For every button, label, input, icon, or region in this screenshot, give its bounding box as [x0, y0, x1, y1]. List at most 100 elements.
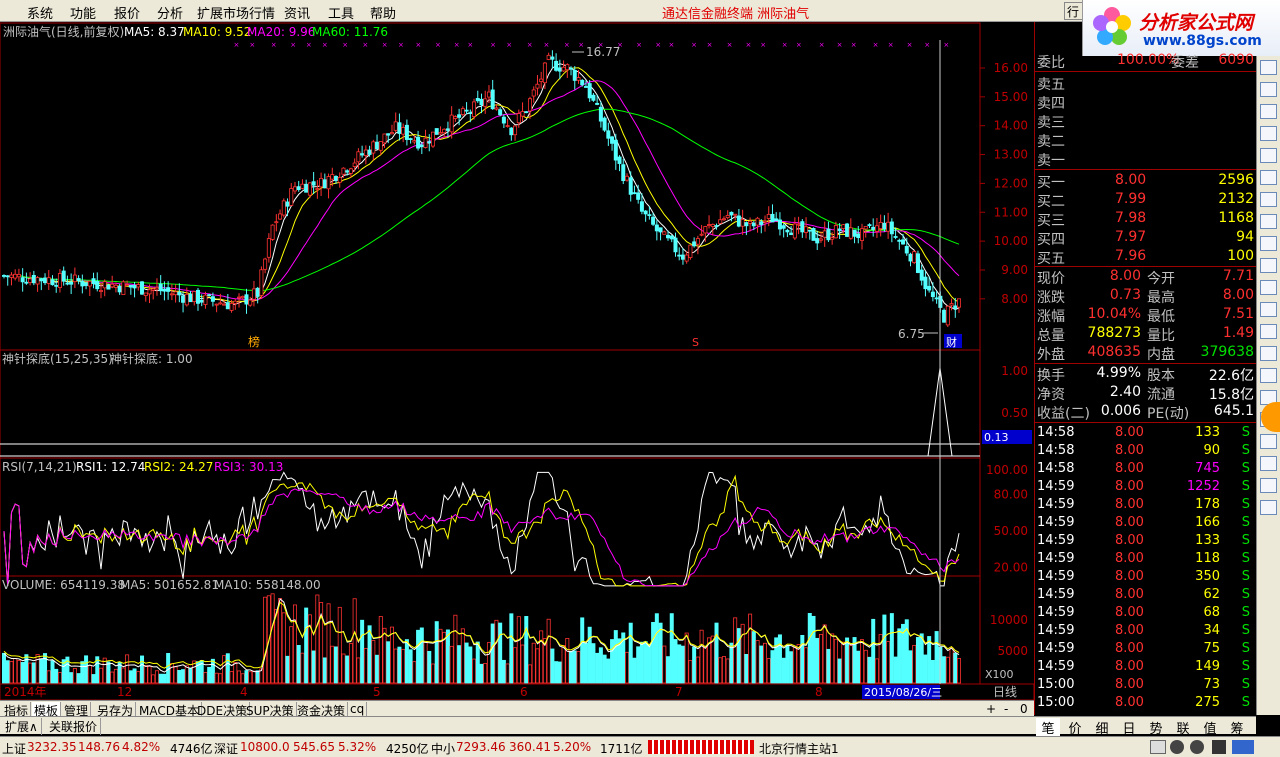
toolbar-icon[interactable]	[1260, 104, 1277, 119]
volume-bar	[360, 619, 365, 684]
candle-body	[195, 289, 200, 304]
candle-body	[423, 137, 428, 148]
quote-view-tab[interactable]: 价	[1063, 718, 1087, 737]
sub-tab[interactable]: 关联报价	[46, 718, 102, 735]
toolbar-icon[interactable]	[1260, 214, 1277, 229]
indicator-tab[interactable]: DDE决策	[195, 702, 251, 718]
volume-bar	[658, 622, 663, 684]
fin-value: 645.1	[1213, 403, 1254, 419]
indicator-tab[interactable]: 模板	[32, 702, 62, 718]
toolbar-icon[interactable]	[1260, 500, 1277, 515]
candle	[550, 50, 555, 69]
toolbar-icon[interactable]	[1260, 236, 1277, 251]
zoom-reset-button[interactable]: 0	[1020, 702, 1028, 716]
indicator-tab[interactable]: 资金决策	[295, 702, 349, 718]
menu-system[interactable]: 系统	[27, 3, 53, 22]
candle-body	[550, 56, 555, 60]
volume-bar	[162, 673, 167, 684]
quote-view-tab[interactable]: 笔	[1036, 718, 1060, 737]
menu-info[interactable]: 资讯	[284, 3, 310, 22]
quote-view-tab[interactable]: 值	[1198, 718, 1222, 737]
toolbar-icon[interactable]	[1260, 302, 1277, 317]
signal-marker: ×	[322, 41, 328, 49]
indicator-tab[interactable]: 另存为	[95, 702, 137, 718]
buy-level-label: 买一	[1037, 175, 1065, 191]
keyboard-icon[interactable]	[1150, 740, 1166, 754]
stat-label: 最低	[1147, 309, 1175, 325]
menu-help[interactable]: 帮助	[370, 3, 396, 22]
rsi1-value: RSI1: 12.74	[76, 460, 145, 474]
candle-body	[266, 238, 271, 258]
candle-body	[833, 224, 838, 239]
quote-view-tab[interactable]: 势	[1144, 718, 1168, 737]
toolbar-icon[interactable]	[1260, 478, 1277, 493]
candle	[54, 278, 59, 293]
candle-body	[714, 225, 719, 227]
quote-view-tab[interactable]: 细	[1090, 718, 1114, 737]
toolbar-icon[interactable]	[1260, 60, 1277, 75]
candle-body	[882, 222, 887, 230]
quote-view-tab[interactable]: 日	[1117, 718, 1141, 737]
candle-body	[143, 292, 148, 296]
rsi-tick: 20.00	[994, 561, 1028, 575]
toolbar-icon[interactable]	[1260, 192, 1277, 207]
toolbar-icon[interactable]	[1260, 346, 1277, 361]
menu-quote[interactable]: 报价	[114, 3, 140, 22]
toolbar-icon[interactable]	[1260, 126, 1277, 141]
toolbar-icon[interactable]	[1260, 456, 1277, 471]
info-circle-icon[interactable]	[1190, 740, 1204, 754]
candle	[860, 223, 865, 250]
menu-tools[interactable]: 工具	[328, 3, 354, 22]
candle	[464, 102, 469, 115]
indicator-tab[interactable]: SUP决策	[244, 702, 297, 718]
toolbar-icon[interactable]	[1260, 368, 1277, 383]
menu-analysis[interactable]: 分析	[157, 3, 183, 22]
indicator-tab[interactable]: 管理	[62, 702, 92, 718]
toolbar-icon[interactable]	[1260, 258, 1277, 273]
signal-marker: ×	[578, 41, 584, 49]
rsi-tick: 50.00	[994, 524, 1028, 538]
candle-body	[867, 224, 872, 227]
volume-bar	[494, 619, 499, 684]
candle-body	[84, 282, 89, 286]
candle-body	[505, 125, 510, 128]
toolbar-icon[interactable]	[1260, 280, 1277, 295]
candle	[501, 114, 506, 129]
quote-tab-button[interactable]: 行	[1064, 2, 1084, 20]
toolbar-icon[interactable]	[1260, 82, 1277, 97]
lock-icon[interactable]	[1212, 740, 1226, 754]
close-circle-icon[interactable]	[1170, 740, 1184, 754]
volume-bar	[173, 666, 178, 684]
toolbar-icon[interactable]	[1260, 170, 1277, 185]
quote-view-tab[interactable]: 联	[1171, 718, 1195, 737]
candle	[46, 270, 51, 290]
candle-body	[893, 236, 898, 238]
signal-icon[interactable]	[1232, 740, 1254, 754]
volume-bar	[76, 673, 81, 684]
candle	[311, 171, 316, 195]
tick-volume: 166	[1195, 515, 1220, 530]
toolbar-icon[interactable]	[1260, 434, 1277, 449]
candle	[151, 287, 156, 300]
toolbar-icon[interactable]	[1260, 148, 1277, 163]
toolbar-icon[interactable]	[1260, 324, 1277, 339]
indicator-tab[interactable]: MACD基本	[137, 702, 202, 718]
signal-marker: ×	[490, 41, 496, 49]
candle	[292, 181, 297, 195]
indicator-tab[interactable]: 指标	[2, 702, 32, 718]
sub-tab[interactable]: 扩展∧	[2, 718, 42, 735]
kline-chart[interactable]: 16.00 15.00 14.00 13.00 12.00 11.00 10.00 9.00 8…	[0, 22, 1034, 715]
zoom-plus-button[interactable]: +	[986, 702, 996, 716]
indicator-tab[interactable]: cq	[348, 702, 368, 717]
candle	[143, 292, 148, 302]
candle	[20, 268, 25, 292]
menu-ext-market[interactable]: 扩展市场行情	[197, 3, 275, 22]
candle-body	[31, 275, 36, 284]
menu-function[interactable]: 功能	[70, 3, 96, 22]
quote-view-tab[interactable]: 筹	[1225, 718, 1249, 737]
float-badge-icon[interactable]	[1261, 402, 1280, 432]
zoom-minus-button[interactable]: -	[1004, 702, 1008, 716]
fin-value: 0.006	[1100, 403, 1141, 419]
volume-bar	[13, 658, 18, 684]
candle-body	[330, 174, 335, 180]
